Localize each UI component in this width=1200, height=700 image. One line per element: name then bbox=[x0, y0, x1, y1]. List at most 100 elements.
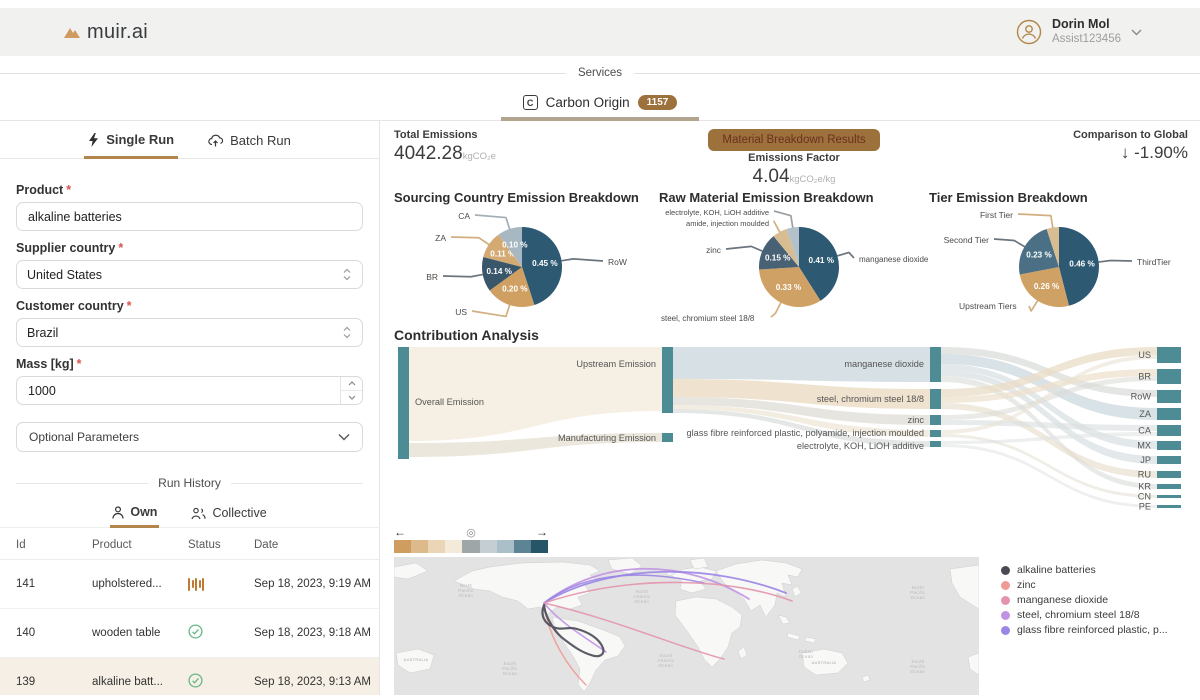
mass-label: Mass [kg]* bbox=[16, 357, 363, 371]
avatar-icon bbox=[1016, 19, 1042, 45]
pie-leader-line bbox=[774, 221, 780, 232]
map-legend-item: alkaline batteries bbox=[1001, 563, 1168, 578]
stepper-up-button[interactable] bbox=[341, 377, 362, 391]
legend-dot-icon bbox=[1001, 626, 1010, 635]
sankey-node[interactable] bbox=[930, 441, 941, 447]
sankey-node[interactable] bbox=[662, 433, 673, 442]
map-ocean-label: AUSTRALIA bbox=[812, 661, 837, 665]
scale-right-arrow-icon[interactable]: → bbox=[536, 525, 548, 539]
pie-slice-label: RoW bbox=[608, 257, 627, 267]
sankey-node-label: Overall Emission bbox=[415, 397, 484, 407]
stepper-down-button[interactable] bbox=[341, 391, 362, 404]
updown-icon bbox=[342, 326, 352, 339]
table-row[interactable]: 140wooden tableSep 18, 2023, 9:18 AM bbox=[0, 609, 379, 658]
user-account: Assist123456 bbox=[1052, 32, 1121, 47]
run-history-divider: Run History bbox=[16, 476, 363, 490]
raw-material-pie-chart[interactable]: 0.41 %manganese dioxide0.33 %steel, chro… bbox=[659, 205, 929, 323]
table-row[interactable]: 141upholstered...Sep 18, 2023, 9:19 AM bbox=[0, 560, 379, 609]
pie-leader-line bbox=[726, 246, 763, 251]
sankey-node[interactable] bbox=[1157, 408, 1181, 420]
customer-country-value: Brazil bbox=[27, 326, 58, 340]
sankey-node[interactable] bbox=[930, 347, 941, 382]
customer-country-select[interactable]: Brazil bbox=[16, 318, 363, 347]
sankey-node-label: steel, chromium steel 18/8 bbox=[817, 394, 924, 404]
pie-slice-label: US bbox=[455, 307, 467, 317]
product-input[interactable] bbox=[16, 202, 363, 231]
comparison-label: Comparison to Global bbox=[880, 129, 1188, 141]
cloud-upload-icon bbox=[208, 134, 223, 147]
sankey-node[interactable] bbox=[1157, 495, 1181, 498]
legend-label: steel, chromium steel 18/8 bbox=[1017, 608, 1140, 623]
contribution-sankey-chart[interactable]: Overall EmissionUpstream EmissionManufac… bbox=[394, 345, 1184, 515]
sankey-node[interactable] bbox=[1157, 505, 1181, 508]
tab-single-run[interactable]: Single Run bbox=[84, 121, 178, 159]
sankey-node[interactable] bbox=[1157, 484, 1181, 489]
services-label: Services bbox=[578, 67, 622, 79]
people-icon bbox=[191, 507, 206, 520]
sankey-node-label: ZA bbox=[1139, 409, 1152, 419]
tab-carbon-origin[interactable]: C Carbon Origin 1157 bbox=[501, 87, 700, 121]
pie-slice-percent: 0.15 % bbox=[765, 253, 791, 262]
mass-input[interactable] bbox=[16, 376, 363, 405]
sourcing-country-pie-chart[interactable]: 0.45 %RoW0.20 %US0.14 %BR0.11 %ZA0.10 %C… bbox=[394, 205, 659, 323]
color-swatch bbox=[514, 540, 531, 553]
legend-dot-icon bbox=[1001, 611, 1010, 620]
sankey-node-label: zinc bbox=[908, 415, 925, 425]
batch-run-label: Batch Run bbox=[230, 133, 291, 148]
sankey-node[interactable] bbox=[930, 415, 941, 425]
trade-route-map[interactable]: NorthPacificOceanNorthAtlanticOceanSouth… bbox=[394, 557, 979, 695]
sankey-node[interactable] bbox=[1157, 471, 1181, 478]
required-marker: * bbox=[77, 357, 82, 371]
updown-icon bbox=[342, 268, 352, 281]
material-breakdown-button[interactable]: Material Breakdown Results bbox=[708, 129, 879, 151]
tab-collective[interactable]: Collective bbox=[189, 498, 268, 527]
tab-batch-run[interactable]: Batch Run bbox=[204, 121, 295, 158]
sankey-node[interactable] bbox=[1157, 390, 1181, 403]
pie-slice-percent: 0.10 % bbox=[502, 240, 528, 249]
color-swatch bbox=[411, 540, 428, 553]
carbon-origin-badge: 1157 bbox=[638, 95, 678, 110]
color-swatch bbox=[445, 540, 462, 553]
map-legend-item: manganese dioxide bbox=[1001, 593, 1168, 608]
user-menu[interactable]: Dorin Mol Assist123456 bbox=[1016, 17, 1142, 47]
scale-globe-icon[interactable]: ◎ bbox=[466, 526, 476, 539]
emissions-factor-label: Emissions Factor bbox=[708, 152, 879, 164]
sankey-node[interactable] bbox=[1157, 369, 1181, 384]
table-row[interactable]: 139alkaline batt...Sep 18, 2023, 9:13 AM bbox=[0, 658, 379, 695]
row-id: 140 bbox=[16, 627, 92, 639]
optional-parameters-toggle[interactable]: Optional Parameters bbox=[16, 422, 363, 452]
sankey-node-label: KR bbox=[1138, 482, 1151, 492]
carbon-origin-icon: C bbox=[523, 95, 538, 110]
supplier-country-select[interactable]: United States bbox=[16, 260, 363, 289]
scale-left-arrow-icon[interactable]: ← bbox=[394, 525, 406, 539]
pie-leader-line bbox=[1098, 260, 1132, 262]
sankey-node[interactable] bbox=[1157, 441, 1181, 450]
legend-label: glass fibre reinforced plastic, p... bbox=[1017, 623, 1168, 638]
sankey-node[interactable] bbox=[398, 347, 409, 459]
sankey-node[interactable] bbox=[930, 430, 941, 437]
sankey-node-label: electrolyte, KOH, LiOH additive bbox=[797, 441, 924, 451]
pie-slice-percent: 0.33 % bbox=[776, 283, 802, 292]
sankey-node[interactable] bbox=[1157, 425, 1181, 436]
run-history-tabs: Own Collective bbox=[0, 498, 379, 528]
tier-pie-chart[interactable]: 0.46 %ThirdTier0.26 %Upstream Tiers0.23 … bbox=[929, 205, 1194, 323]
run-history-title: Run History bbox=[158, 476, 221, 490]
sankey-node-label: manganese dioxide bbox=[844, 359, 924, 369]
sankey-node[interactable] bbox=[1157, 456, 1181, 464]
total-emissions-unit: kgCO₂e bbox=[463, 151, 496, 162]
pie-slice-percent: 0.46 % bbox=[1069, 260, 1095, 269]
app-logo[interactable]: muir.ai bbox=[62, 21, 148, 44]
own-label: Own bbox=[130, 505, 157, 519]
table-header: Id Product Status Date bbox=[0, 530, 379, 560]
pie-leader-line bbox=[771, 302, 781, 317]
mountain-logo-icon bbox=[62, 24, 81, 40]
tab-own[interactable]: Own bbox=[110, 498, 159, 528]
sankey-node[interactable] bbox=[1157, 347, 1181, 363]
pie-slice-label: ThirdTier bbox=[1137, 257, 1171, 267]
sankey-node[interactable] bbox=[930, 389, 941, 409]
pie-leader-line bbox=[561, 259, 603, 261]
sankey-node[interactable] bbox=[662, 347, 673, 413]
sankey-node-label: CA bbox=[1138, 426, 1152, 436]
pie-leader-line bbox=[472, 305, 510, 317]
map-ocean-label: NorthPacificOcean bbox=[458, 583, 474, 598]
